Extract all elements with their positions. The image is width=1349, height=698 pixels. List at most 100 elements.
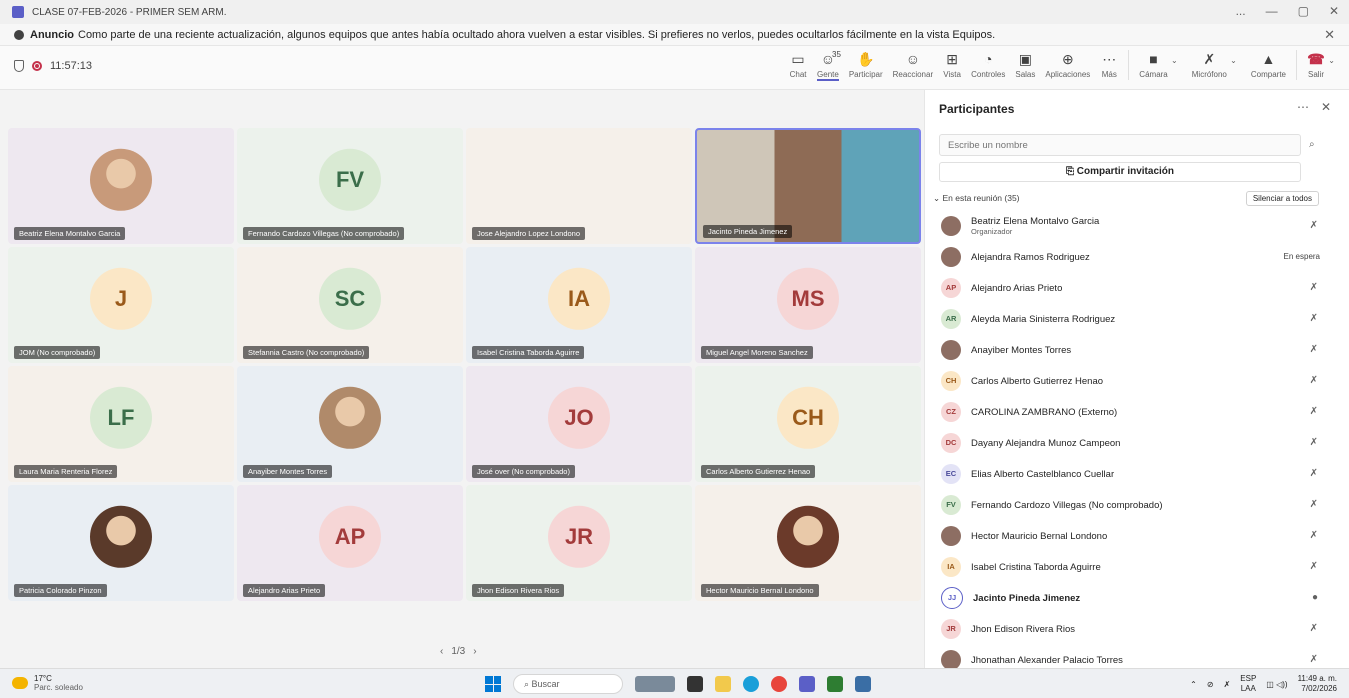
video-tile[interactable]: Beatriz Elena Montalvo Garcia xyxy=(8,128,234,244)
windows-start-icon[interactable] xyxy=(485,676,501,692)
chat-label: Chat xyxy=(789,70,807,79)
video-tile[interactable]: LF Laura Maria Renteria Florez xyxy=(8,366,234,482)
task-view-icon[interactable] xyxy=(635,676,675,692)
language-indicator[interactable]: ESP LAA xyxy=(1240,674,1256,694)
close-panel-icon[interactable]: ✕ xyxy=(1321,100,1331,114)
mic-chevron-icon[interactable]: ⌄ xyxy=(1230,56,1237,65)
video-tile[interactable]: MS Miguel Angel Moreno Sanchez xyxy=(695,247,921,363)
participant-row[interactable]: Anayiber Montes Torres ✗ xyxy=(925,334,1349,365)
in-meeting-section[interactable]: ⌄ En esta reunión (35) xyxy=(933,193,1020,204)
tray-chevron-icon[interactable]: ⌃ xyxy=(1190,680,1197,689)
video-tile[interactable]: JO José over (No comprobado) xyxy=(466,366,692,482)
participant-row[interactable]: CZ CAROLINA ZAMBRANO (Externo) ✗ xyxy=(925,396,1349,427)
tile-name-label: Jhon Edison Rivera Rios xyxy=(472,584,565,597)
share-button[interactable]: ▲ Comparte xyxy=(1251,50,1286,79)
tile-name-label: Carlos Alberto Gutierrez Henao xyxy=(701,465,816,478)
participant-row[interactable]: AP Alejandro Arias Prieto ✗ xyxy=(925,272,1349,303)
participant-row[interactable]: DC Dayany Alejandra Munoz Campeon ✗ xyxy=(925,427,1349,458)
mic-button[interactable]: ✗ ⌄ Micrófono xyxy=(1192,50,1237,79)
mute-all-button[interactable]: Silenciar a todos xyxy=(1245,191,1319,206)
chat-button[interactable]: ▭ Chat xyxy=(789,50,807,79)
avatar-initials: JJ xyxy=(941,586,963,609)
next-page-icon[interactable]: › xyxy=(473,646,476,657)
people-button[interactable]: ☺ 35 Gente xyxy=(817,50,841,81)
edge-icon[interactable] xyxy=(743,676,759,692)
tile-name-label: Miguel Angel Moreno Sanchez xyxy=(701,346,813,359)
participant-row[interactable]: Hector Mauricio Bernal Londono ✗ xyxy=(925,520,1349,551)
video-tile[interactable]: Anayiber Montes Torres xyxy=(237,366,463,482)
minimize-icon[interactable]: — xyxy=(1266,4,1278,18)
chrome-icon[interactable] xyxy=(771,676,787,692)
taskbar-search[interactable]: ⌕ Buscar xyxy=(513,674,623,694)
video-tile[interactable]: FV Fernando Cardozo Villegas (No comproba… xyxy=(237,128,463,244)
video-tile[interactable]: J JOM (No comprobado) xyxy=(8,247,234,363)
volume-icon[interactable]: ◫ ◁)) xyxy=(1266,680,1287,689)
react-button[interactable]: ☺ Reaccionar xyxy=(893,50,933,79)
camera-label: Cámara xyxy=(1139,70,1168,79)
raise-hand-button[interactable]: ✋ Participar xyxy=(849,50,883,79)
close-window-icon[interactable]: ✕ xyxy=(1329,4,1339,18)
leave-button[interactable]: ☎ ⌄ Salir xyxy=(1307,50,1335,79)
share-invite-button[interactable]: ⎘ Compartir invitación xyxy=(939,162,1301,182)
camera-button[interactable]: ■ ⌄ Cámara xyxy=(1139,50,1177,79)
prev-page-icon[interactable]: ‹ xyxy=(440,646,443,657)
video-tile[interactable]: AP Alejandro Arias Prieto xyxy=(237,485,463,601)
avatar-photo xyxy=(941,339,961,360)
view-button[interactable]: ⊞ Vista xyxy=(943,50,961,79)
controls-icon: ◔ xyxy=(984,51,993,67)
avatar-initials: LF xyxy=(90,386,152,449)
leave-chevron-icon[interactable]: ⌄ xyxy=(1328,56,1335,65)
participant-row[interactable]: JR Jhon Edison Rivera Rios ✗ xyxy=(925,613,1349,644)
weather-widget[interactable]: 17°C Parc. soleado xyxy=(12,674,83,692)
avatar-initials: MS xyxy=(777,267,839,330)
avatar-initials: J xyxy=(90,267,152,330)
ellipsis-icon: ⋯ xyxy=(1102,51,1117,67)
clock[interactable]: 11:49 a. m. 7/02/2026 xyxy=(1298,674,1337,694)
smiley-icon: ☺ xyxy=(905,51,921,67)
rooms-button[interactable]: ▣ Salas xyxy=(1015,50,1035,79)
participant-row[interactable]: FV Fernando Cardozo Villegas (No comproba… xyxy=(925,489,1349,520)
apps-button[interactable]: ⊕ Aplicaciones xyxy=(1045,50,1090,79)
share-icon: ▲ xyxy=(1261,51,1276,67)
widgets-icon[interactable] xyxy=(687,676,703,692)
app-icon[interactable] xyxy=(855,676,871,692)
network-icon[interactable]: ⊘ xyxy=(1207,680,1214,689)
video-tile[interactable]: Jacinto Pineda Jimenez xyxy=(695,128,921,244)
video-tile[interactable]: Jose Alejandro Lopez Londono xyxy=(466,128,692,244)
shield-icon xyxy=(14,60,24,72)
camera-chevron-icon[interactable]: ⌄ xyxy=(1171,56,1178,65)
participant-search-input[interactable] xyxy=(939,134,1301,156)
video-tile[interactable]: Hector Mauricio Bernal Londono xyxy=(695,485,921,601)
teams-taskbar-icon[interactable] xyxy=(799,676,815,692)
participants-panel: Participantes ⋯ ✕ ⌕ ⎘ Compartir invitaci… xyxy=(924,90,1349,670)
participant-row[interactable]: Alejandra Ramos Rodriguez En espera xyxy=(925,241,1349,272)
close-announcement-icon[interactable]: ✕ xyxy=(1324,27,1335,43)
video-tile[interactable]: IA Isabel Cristina Taborda Aguirre xyxy=(466,247,692,363)
file-explorer-icon[interactable] xyxy=(715,676,731,692)
excel-icon[interactable] xyxy=(827,676,843,692)
participant-row[interactable]: AR Aleyda Maria Sinisterra Rodriguez ✗ xyxy=(925,303,1349,334)
info-icon xyxy=(14,29,24,40)
participant-row[interactable]: CH Carlos Alberto Gutierrez Henao ✗ xyxy=(925,365,1349,396)
more-button[interactable]: ⋯ Más xyxy=(1100,50,1118,79)
participant-row[interactable]: Beatriz Elena Montalvo Garcia Organizador… xyxy=(925,210,1349,241)
participant-name: Dayany Alejandra Munoz Campeon xyxy=(971,437,1121,449)
video-tile[interactable]: SC Stefannia Castro (No comprobado) xyxy=(237,247,463,363)
avatar-initials: IA xyxy=(548,267,610,330)
panel-more-icon[interactable]: ⋯ xyxy=(1297,100,1309,114)
participant-status: En espera xyxy=(1283,252,1320,261)
video-tile[interactable]: CH Carlos Alberto Gutierrez Henao xyxy=(695,366,921,482)
participant-row[interactable]: EC Elias Alberto Castelblanco Cuellar ✗ xyxy=(925,458,1349,489)
video-tile[interactable]: Patricia Colorado Pinzon xyxy=(8,485,234,601)
participant-row[interactable]: JJ Jacinto Pineda Jimenez ● xyxy=(925,582,1349,613)
controls-button[interactable]: ◔ Controles xyxy=(971,50,1005,79)
avatar-photo xyxy=(941,649,961,670)
video-tile[interactable]: JR Jhon Edison Rivera Rios xyxy=(466,485,692,601)
more-options-icon[interactable]: ... xyxy=(1236,4,1246,18)
mic-tray-icon[interactable]: ✗ xyxy=(1224,680,1231,689)
view-label: Vista xyxy=(943,70,961,79)
maximize-icon[interactable]: ▢ xyxy=(1298,4,1309,18)
avatar-photo xyxy=(777,505,839,568)
teams-icon xyxy=(12,6,24,18)
participant-row[interactable]: IA Isabel Cristina Taborda Aguirre ✗ xyxy=(925,551,1349,582)
